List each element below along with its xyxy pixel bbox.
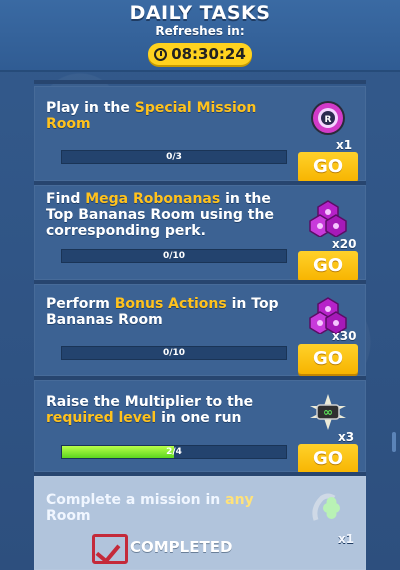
header: DAILY TASKS Refreshes in: 08:30:24: [0, 0, 400, 72]
reward-count: x3: [338, 430, 355, 444]
go-button[interactable]: GO: [298, 251, 358, 281]
task-card: Raise the Multiplier to the required lev…: [34, 380, 366, 474]
refresh-timer: 08:30:24: [148, 43, 252, 65]
task-card: Perform Bonus Actions in Top Bananas Roo…: [34, 284, 366, 376]
reward-count: x1: [336, 138, 353, 152]
progress-label: 0/10: [162, 348, 186, 358]
go-button[interactable]: GO: [298, 444, 358, 474]
task-card: Find Mega Robonanas in the Top Bananas R…: [34, 185, 366, 281]
scrollbar[interactable]: [392, 432, 396, 452]
progress-bar: 0/3: [61, 150, 287, 164]
progress-bar: 2/4: [61, 445, 287, 459]
purple-gems-icon: [308, 197, 348, 238]
task-description: Find Mega Robonanas in the Top Bananas R…: [46, 191, 274, 239]
svg-text:∞: ∞: [323, 405, 333, 419]
completed-check-icon: [92, 534, 128, 564]
progress-label: 0/3: [166, 152, 182, 162]
progress-bar: 0/10: [61, 249, 287, 263]
task-card-completed: Complete a mission in any Room COMPLETED…: [34, 476, 366, 570]
progress-bar: 0/10: [61, 346, 287, 360]
infinity-token-icon: ∞: [308, 392, 348, 432]
task-list[interactable]: Play in the Special Mission Room 0/3 R x…: [34, 80, 366, 570]
purple-gems-icon: [308, 294, 348, 335]
reward-count: x1: [338, 532, 355, 546]
go-button[interactable]: GO: [298, 152, 358, 182]
timer-value: 08:30:24: [171, 45, 246, 63]
task-description: Perform Bonus Actions in Top Bananas Roo…: [46, 296, 279, 328]
stopwatch-icon: [154, 47, 168, 61]
progress-label: 0/10: [162, 251, 186, 261]
task-description: Play in the Special Mission Room: [46, 100, 257, 132]
progress-label: 2/4: [166, 447, 182, 457]
green-clover-icon: [308, 490, 348, 530]
task-card: Play in the Special Mission Room 0/3 R x…: [34, 86, 366, 182]
refresh-label: Refreshes in:: [155, 24, 245, 38]
svg-text:R: R: [325, 115, 332, 125]
mission-badge-icon: R: [308, 98, 348, 138]
reward-count: x20: [332, 237, 357, 251]
task-description: Raise the Multiplier to the required lev…: [46, 394, 254, 426]
page-title: DAILY TASKS: [129, 2, 271, 24]
task-description: Complete a mission in any Room: [46, 492, 254, 524]
list-divider: [34, 80, 366, 84]
reward-count: x30: [332, 329, 357, 343]
completed-status: COMPLETED: [130, 538, 233, 556]
go-button[interactable]: GO: [298, 344, 358, 374]
